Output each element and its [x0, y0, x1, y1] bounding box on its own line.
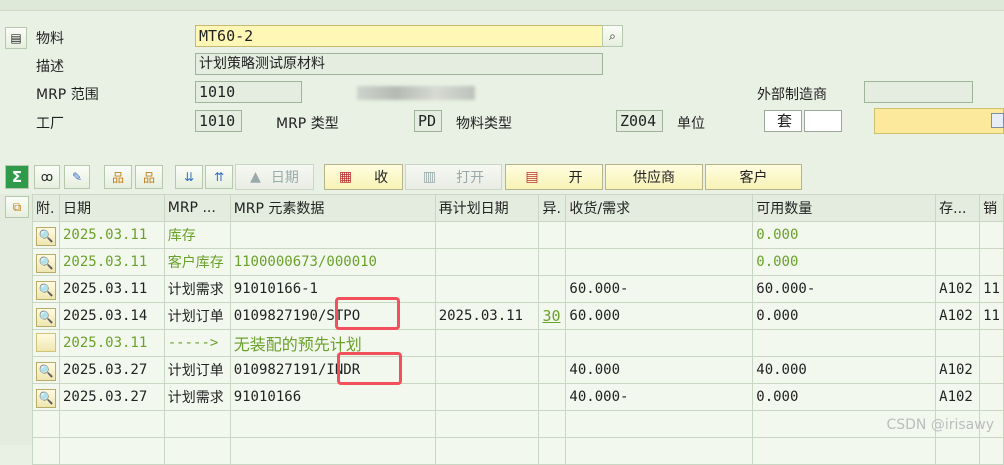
table-row[interactable]: 🔍 2025.03.27 计划订单 0109827191/INDR 40.000…	[32, 356, 1004, 384]
top-toolbar-strip	[0, 0, 1004, 11]
exception-link[interactable]: 30	[538, 302, 567, 330]
table-row[interactable]: 2025.03.11 -----> 无装配的预先计划	[32, 329, 1004, 357]
search-icon[interactable]: ⌕	[602, 25, 623, 47]
mrp-grid: 附. 日期 MRP ... MRP 元素数据 再计划日期 异. 收货/需求 可用…	[0, 194, 1004, 465]
filter-up-icon[interactable]: ⇈	[205, 165, 233, 189]
table-row[interactable]: 🔍 2025.03.11 客户库存 1100000673/000010 0.00…	[32, 248, 1004, 276]
unit-field: 套	[764, 110, 802, 132]
table-row[interactable]: 🔍 2025.03.14 计划订单 0109827190/STPO 2025.0…	[32, 302, 1004, 330]
issue-label: 开	[568, 170, 583, 186]
receipts-button[interactable]: ▦ 收	[324, 164, 403, 190]
table-row[interactable]: 🔍 2025.03.11 库存 0.000	[32, 221, 1004, 249]
magnify-icon[interactable]: 🔍	[36, 280, 56, 300]
sum-icon[interactable]: Σ	[5, 165, 29, 189]
table-row[interactable]: 🔍 2025.03.27 计划需求 91010166 40.000- 0.000…	[32, 383, 1004, 411]
table-row	[32, 437, 1004, 465]
description-field: 计划策略测试原材料	[195, 53, 603, 75]
mrp-area-label: MRP 范围	[36, 87, 99, 103]
glasses-icon[interactable]: ꝏ	[34, 165, 60, 189]
magnify-icon[interactable]: 🔍	[36, 253, 56, 273]
material-type-field: Z004	[616, 110, 663, 132]
magnify-icon[interactable]: 🔍	[36, 388, 56, 408]
plant-field: 1010	[195, 110, 242, 132]
issue-button[interactable]: ▤ 开	[505, 164, 603, 190]
description-label: 描述	[36, 59, 64, 75]
col-header[interactable]: MRP ...	[163, 194, 231, 222]
dates-label: 日期	[270, 170, 299, 186]
empty-icon-slot	[36, 332, 56, 352]
mrp-type-label: MRP 类型	[276, 116, 339, 132]
tree-expand-icon[interactable]: 品	[135, 165, 163, 189]
mrp-table: 附. 日期 MRP ... MRP 元素数据 再计划日期 异. 收货/需求 可用…	[32, 194, 1004, 465]
unit-extra-field	[804, 110, 842, 132]
col-header[interactable]: 附.	[32, 194, 60, 222]
table-row	[32, 410, 1004, 438]
tree-icon[interactable]: 品	[104, 165, 132, 189]
col-header[interactable]: 异.	[538, 194, 567, 222]
material-type-label: 物料类型	[456, 116, 512, 132]
open-button[interactable]: ▥ 打开	[405, 164, 502, 190]
mrp-area-field: 1010	[195, 81, 302, 103]
mrp-type-field: PD	[414, 110, 442, 132]
magnify-icon[interactable]: 🔍	[36, 361, 56, 381]
col-header[interactable]: 存...	[935, 194, 981, 222]
supplier-button[interactable]: 供应商	[605, 164, 703, 190]
plant-label: 工厂	[36, 116, 64, 132]
customer-button[interactable]: 客户	[705, 164, 802, 190]
blurred-text	[357, 86, 475, 100]
dates-button[interactable]: ▲ 日期	[235, 164, 314, 190]
material-icon[interactable]: ▤	[5, 27, 27, 49]
col-header[interactable]: 再计划日期	[434, 194, 540, 222]
highlight-box-stpo	[335, 297, 400, 330]
receipts-label: 收	[374, 170, 389, 186]
pencil-icon[interactable]: ✎	[64, 165, 90, 189]
col-header[interactable]: MRP 元素数据	[229, 194, 436, 222]
col-header[interactable]: 收货/需求	[565, 194, 754, 222]
unit-label: 单位	[677, 116, 705, 132]
receipts-icon: ▦	[338, 169, 353, 185]
material-label: 物料	[36, 31, 64, 47]
issue-icon: ▤	[525, 169, 539, 185]
magnify-icon[interactable]: 🔍	[36, 226, 56, 246]
material-input[interactable]: MT60-2	[195, 25, 603, 47]
pick-icon[interactable]	[991, 113, 1004, 128]
ext-mfr-label: 外部制造商	[757, 87, 827, 103]
filter-down-icon[interactable]: ⇊	[175, 165, 203, 189]
col-header[interactable]: 可用数量	[752, 194, 937, 222]
ext-mfr-field	[864, 81, 973, 103]
open-icon: ▥	[422, 169, 437, 185]
magnify-icon[interactable]: 🔍	[36, 307, 56, 327]
header-yellow-button[interactable]	[874, 108, 1004, 134]
table-row[interactable]: 🔍 2025.03.11 计划需求 91010166-1 60.000- 60.…	[32, 275, 1004, 303]
col-header[interactable]: 销	[979, 194, 1004, 222]
watermark: CSDN @irisawy	[886, 417, 994, 433]
col-header[interactable]: 日期	[59, 194, 165, 222]
table-header: 附. 日期 MRP ... MRP 元素数据 再计划日期 异. 收货/需求 可用…	[32, 194, 1004, 222]
highlight-box-indr	[337, 352, 402, 385]
open-label: 打开	[456, 170, 485, 186]
